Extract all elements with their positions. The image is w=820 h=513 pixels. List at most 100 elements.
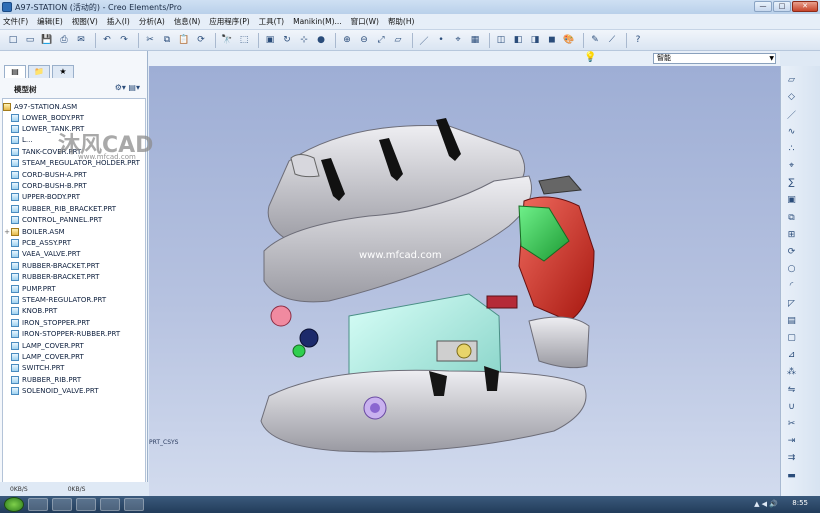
curve-icon[interactable]: ∿ bbox=[785, 126, 798, 138]
save-icon[interactable]: 💾 bbox=[40, 33, 54, 47]
thicken-icon[interactable]: ▬ bbox=[785, 470, 798, 482]
minimize-button[interactable]: — bbox=[754, 1, 772, 12]
menu-info[interactable]: 信息(N) bbox=[174, 16, 200, 27]
tree-item[interactable]: CORD-BUSH-B.PRT bbox=[3, 180, 87, 191]
email-icon[interactable]: ✉ bbox=[74, 33, 88, 47]
taskbar-app-4[interactable] bbox=[100, 498, 120, 511]
favorites-tab[interactable]: ★ bbox=[52, 65, 74, 78]
menu-manikin[interactable]: Manikin(M)... bbox=[293, 17, 342, 26]
analysis-icon[interactable]: ⟋ bbox=[605, 33, 619, 47]
menu-window[interactable]: 窗口(W) bbox=[351, 16, 379, 27]
trim-icon[interactable]: ✂ bbox=[785, 418, 798, 430]
tree-item[interactable]: SWITCH.PRT bbox=[3, 363, 64, 374]
tree-item[interactable]: IRON_STOPPER.PRT bbox=[3, 317, 90, 328]
start-button[interactable] bbox=[4, 497, 24, 512]
menu-edit[interactable]: 编辑(E) bbox=[37, 16, 63, 27]
regenerate-icon[interactable]: ⟳ bbox=[194, 33, 208, 47]
create-component-icon[interactable]: ⊞ bbox=[785, 229, 798, 241]
hidden-line-icon[interactable]: ◧ bbox=[511, 33, 525, 47]
orient-icon[interactable]: ⊹ bbox=[297, 33, 311, 47]
sketch-icon[interactable]: ✎ bbox=[588, 33, 602, 47]
csys-icon[interactable]: ⌖ bbox=[451, 33, 465, 47]
zoom-in-icon[interactable]: ⊕ bbox=[340, 33, 354, 47]
zoom-out-icon[interactable]: ⊖ bbox=[357, 33, 371, 47]
redo-icon[interactable]: ↷ bbox=[117, 33, 131, 47]
paste-icon[interactable]: 📋 bbox=[177, 33, 191, 47]
tree-item[interactable]: IRON-STOPPER-RUBBER.PRT bbox=[3, 329, 120, 340]
spin-icon[interactable]: ↻ bbox=[280, 33, 294, 47]
model-tree-tab[interactable]: ▤ bbox=[4, 65, 26, 78]
tree-item[interactable]: VAEA_VALVE.PRT bbox=[3, 249, 80, 260]
print-icon[interactable]: ⎙ bbox=[57, 33, 71, 47]
tree-root[interactable]: A97-STATION.ASM bbox=[3, 101, 77, 112]
find-icon[interactable]: 🔭 bbox=[220, 33, 234, 47]
view-manager-icon[interactable]: ▦ bbox=[468, 33, 482, 47]
select-icon[interactable]: ⬚ bbox=[237, 33, 251, 47]
graphics-viewport[interactable]: PRT_CSYS www.mfcad.com bbox=[149, 66, 780, 496]
datum-point-icon[interactable]: ∴ bbox=[785, 143, 798, 155]
taskbar-app-2[interactable] bbox=[52, 498, 72, 511]
repeat-icon[interactable]: ⟳ bbox=[785, 246, 798, 258]
folder-browser-tab[interactable]: 📁 bbox=[28, 65, 50, 78]
mirror-icon[interactable]: ⇋ bbox=[785, 384, 798, 396]
tree-item[interactable]: CONTROL_PANNEL.PRT bbox=[3, 215, 102, 226]
taskbar-app-1[interactable] bbox=[28, 498, 48, 511]
menu-applications[interactable]: 应用程序(P) bbox=[209, 16, 249, 27]
close-button[interactable]: ✕ bbox=[792, 1, 818, 12]
component-icon[interactable]: ▣ bbox=[785, 194, 798, 206]
tree-item[interactable]: KNOB.PRT bbox=[3, 306, 57, 317]
tree-item[interactable]: RUBBER_RIB_BRACKET.PRT bbox=[3, 203, 116, 214]
extend-icon[interactable]: ⇥ bbox=[785, 435, 798, 447]
menu-analysis[interactable]: 分析(A) bbox=[139, 16, 165, 27]
chamfer-icon[interactable]: ◸ bbox=[785, 298, 798, 310]
system-tray-icons[interactable]: ▲ ◀ 🔊 bbox=[754, 500, 778, 508]
shade-icon[interactable]: ● bbox=[314, 33, 328, 47]
assemble-icon[interactable]: ⧉ bbox=[785, 212, 798, 224]
undo-icon[interactable]: ↶ bbox=[100, 33, 114, 47]
tree-item[interactable]: CORD-BUSH-A.PRT bbox=[3, 169, 87, 180]
no-hidden-icon[interactable]: ◨ bbox=[528, 33, 542, 47]
hole-icon[interactable]: ○ bbox=[785, 263, 798, 275]
open-icon[interactable]: ▭ bbox=[23, 33, 37, 47]
sketched-curve-icon[interactable]: ◇ bbox=[785, 91, 798, 103]
tree-item[interactable]: RUBBER_RIB.PRT bbox=[3, 374, 81, 385]
pattern-icon[interactable]: ⁂ bbox=[785, 366, 798, 378]
menu-help[interactable]: 帮助(H) bbox=[388, 16, 415, 27]
tree-item[interactable]: RUBBER-BRACKET.PRT bbox=[3, 260, 99, 271]
shell-icon[interactable]: ▢ bbox=[785, 332, 798, 344]
tree-item[interactable]: LAMP_COVER.PRT bbox=[3, 340, 84, 351]
expand-icon[interactable]: + bbox=[3, 228, 11, 236]
tree-item[interactable]: + BOILER.ASM bbox=[3, 226, 65, 237]
datum-planes-icon[interactable]: ▱ bbox=[391, 33, 405, 47]
repaint-icon[interactable]: ▣ bbox=[263, 33, 277, 47]
rib-icon[interactable]: ▤ bbox=[785, 315, 798, 327]
taskbar-app-3[interactable] bbox=[76, 498, 96, 511]
tree-item[interactable]: PCB_ASSY.PRT bbox=[3, 237, 71, 248]
appearance-icon[interactable]: 🎨 bbox=[562, 33, 576, 47]
copy-icon[interactable]: ⧉ bbox=[160, 33, 174, 47]
round-icon[interactable]: ◜ bbox=[785, 280, 798, 292]
shading-icon[interactable]: ◼ bbox=[545, 33, 559, 47]
tree-item[interactable]: SOLENOID_VALVE.PRT bbox=[3, 386, 99, 397]
tree-item[interactable]: RUBBER-BRACKET.PRT bbox=[3, 272, 99, 283]
csys-icon[interactable]: ⌖ bbox=[785, 160, 798, 172]
selection-filter-dropdown[interactable]: 智能 ▼ bbox=[653, 53, 776, 64]
offset-icon[interactable]: ⇉ bbox=[785, 452, 798, 464]
menu-file[interactable]: 文件(F) bbox=[3, 16, 28, 27]
menu-tools[interactable]: 工具(T) bbox=[259, 16, 284, 27]
analysis-icon[interactable]: ∑ bbox=[785, 177, 798, 189]
datum-plane-icon[interactable]: ▱ bbox=[785, 74, 798, 86]
new-icon[interactable]: □ bbox=[6, 33, 20, 47]
wireframe-icon[interactable]: ◫ bbox=[494, 33, 508, 47]
tree-item[interactable]: UPPER-BODY.PRT bbox=[3, 192, 80, 203]
datum-points-icon[interactable]: • bbox=[434, 33, 448, 47]
tree-item[interactable]: PUMP.PRT bbox=[3, 283, 56, 294]
tree-settings-icon[interactable]: ⚙▾ ▤▾ bbox=[115, 83, 140, 92]
maximize-button[interactable]: □ bbox=[773, 1, 791, 12]
refit-icon[interactable]: ⤢ bbox=[374, 33, 388, 47]
menu-insert[interactable]: 插入(I) bbox=[107, 16, 130, 27]
taskbar-app-5[interactable] bbox=[124, 498, 144, 511]
datum-axis-icon[interactable]: ／ bbox=[785, 108, 798, 121]
cut-icon[interactable]: ✂ bbox=[143, 33, 157, 47]
draft-icon[interactable]: ⊿ bbox=[785, 349, 798, 361]
